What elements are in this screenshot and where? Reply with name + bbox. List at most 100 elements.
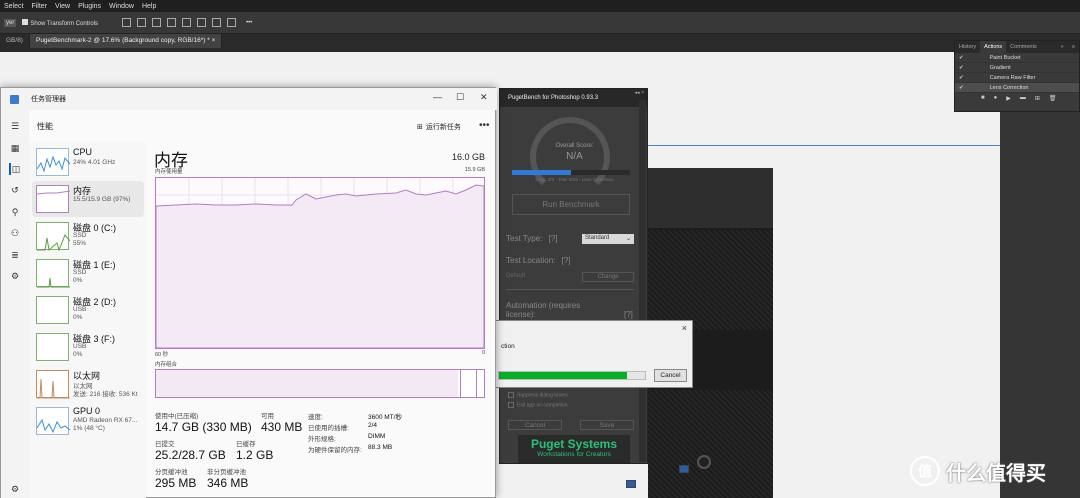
users-icon[interactable]: ⚇ bbox=[9, 227, 21, 239]
usb-port-icon bbox=[679, 465, 689, 473]
checkbox-icon bbox=[508, 402, 514, 408]
test-location-help[interactable]: [?] bbox=[562, 256, 571, 265]
cpu-mini-graph bbox=[36, 148, 71, 176]
list-item-gpu[interactable]: GPU 0 AMD Radeon RX 67... 1% (48 °C) bbox=[32, 403, 144, 439]
details-icon[interactable]: ≣ bbox=[9, 249, 21, 261]
list-item-disk3[interactable]: 磁盘 3 (F:) USB 0% bbox=[32, 329, 144, 365]
panel-menu-icon[interactable]: ≡ bbox=[1068, 41, 1079, 53]
dialog-cancel-button[interactable]: Cancel bbox=[654, 369, 687, 382]
minimize-icon[interactable]: — bbox=[433, 92, 442, 102]
ps-right-dock bbox=[1000, 52, 1080, 498]
hamburger-menu-icon[interactable]: ☰ bbox=[9, 120, 21, 132]
close-icon[interactable]: ✕ bbox=[480, 92, 488, 103]
services-icon[interactable]: ⚙ bbox=[9, 270, 21, 282]
cached-value: 1.2 GB bbox=[236, 448, 274, 462]
save-button[interactable]: Save bbox=[580, 420, 634, 430]
collapse-panel-icon[interactable]: » bbox=[1057, 41, 1068, 53]
list-item-disk1[interactable]: 磁盘 1 (E:) SSD 0% bbox=[32, 255, 144, 291]
ps-menu-bar: Select Filter View Plugins Window Help bbox=[0, 0, 1080, 12]
list-item-cpu[interactable]: CPU 24% 4.01 GHz bbox=[32, 144, 144, 180]
checkbox-icon bbox=[508, 392, 514, 398]
disk3-mini-graph bbox=[36, 333, 69, 361]
distribute-vertical-icon[interactable] bbox=[227, 18, 237, 27]
check-icon: ✔ bbox=[959, 54, 964, 61]
automation-help[interactable]: [?] bbox=[624, 310, 633, 319]
power-button-icon bbox=[697, 455, 711, 469]
graph-axis-left: 60 秒 bbox=[155, 352, 169, 358]
puget-logo-name: Puget Systems bbox=[530, 437, 618, 451]
close-icon[interactable]: × bbox=[682, 323, 687, 333]
align-bottom-icon[interactable] bbox=[197, 18, 207, 27]
close-icon[interactable]: × bbox=[212, 37, 216, 44]
list-item-disk2[interactable]: 磁盘 2 (D:) USB 0% bbox=[32, 292, 144, 328]
app-history-icon[interactable]: ↺ bbox=[9, 184, 21, 196]
record-icon[interactable]: ● bbox=[994, 95, 998, 102]
change-location-button[interactable]: Change bbox=[582, 272, 634, 282]
align-middle-icon[interactable] bbox=[182, 18, 192, 27]
more-options-button[interactable]: ••• bbox=[479, 120, 490, 131]
menu-select[interactable]: Select bbox=[4, 3, 23, 10]
item-detail: 15.5/15.9 GB (97%) bbox=[73, 196, 131, 203]
show-transform-checkbox[interactable]: Show Transform Controls bbox=[22, 18, 98, 27]
exit-on-complete-checkbox[interactable]: Exit app on completion bbox=[508, 402, 568, 408]
doc-tab-1[interactable]: GB/8) bbox=[0, 34, 30, 48]
page-title: 性能 bbox=[37, 121, 53, 131]
progress-dialog-text: ction bbox=[501, 343, 515, 350]
list-item-disk0[interactable]: 磁盘 0 (C:) SSD 55% bbox=[32, 218, 144, 254]
item-detail: USB bbox=[73, 343, 87, 350]
puget-scrollbar[interactable] bbox=[639, 100, 646, 462]
layer-select[interactable]: yer bbox=[4, 18, 17, 27]
play-icon[interactable]: ▶ bbox=[1006, 95, 1011, 102]
folder-icon[interactable]: ▬ bbox=[1020, 95, 1026, 102]
menu-help[interactable]: Help bbox=[142, 3, 156, 10]
align-left-icon[interactable] bbox=[122, 18, 132, 27]
memory-usage-chart bbox=[155, 178, 485, 349]
startup-apps-icon[interactable]: ⚲ bbox=[9, 206, 21, 218]
test-type-select[interactable]: Standard ⌄ bbox=[582, 234, 634, 244]
run-benchmark-button[interactable]: Run Benchmark bbox=[512, 194, 630, 215]
ethernet-sparkline bbox=[37, 378, 70, 399]
disk1-mini-graph bbox=[36, 259, 70, 288]
committed-value: 25.2/28.7 GB bbox=[155, 448, 226, 462]
slots-value: 2/4 bbox=[368, 422, 378, 429]
task-manager-title-bar: 任务管理器 — ☐ ✕ bbox=[1, 88, 497, 110]
list-item-memory[interactable]: 内存 15.5/15.9 GB (97%) bbox=[32, 181, 144, 217]
menu-view[interactable]: View bbox=[55, 3, 70, 10]
action-label: Lens Correction bbox=[989, 84, 1029, 91]
test-type-help[interactable]: [?] bbox=[549, 234, 558, 243]
new-action-icon[interactable]: ⊞ bbox=[1035, 95, 1040, 102]
score-value: N/A bbox=[566, 151, 583, 162]
list-item-ethernet[interactable]: 以太网 以太网 发送: 216 接收: 536 Kt bbox=[32, 366, 144, 402]
maximize-icon[interactable]: ☐ bbox=[456, 92, 464, 103]
align-center-icon[interactable] bbox=[137, 18, 147, 27]
panel-controls-icon[interactable]: ◂◂ × bbox=[635, 90, 644, 96]
action-row[interactable]: ✔ Paint Bucket bbox=[955, 53, 1079, 63]
run-new-task-button[interactable]: ⊞ 运行新任务 bbox=[417, 122, 461, 132]
suppress-dialogs-checkbox[interactable]: Suppress dialog boxes bbox=[508, 392, 568, 398]
menu-window[interactable]: Window bbox=[109, 3, 134, 10]
tab-history[interactable]: History bbox=[955, 41, 980, 53]
distribute-icon[interactable] bbox=[212, 18, 222, 27]
trash-icon[interactable]: 🗑 bbox=[1049, 95, 1057, 102]
processes-icon[interactable]: ▦ bbox=[9, 142, 21, 154]
menu-plugins[interactable]: Plugins bbox=[78, 3, 101, 10]
tab-comments[interactable]: Comments bbox=[1006, 41, 1041, 53]
puget-tagline: Workstations for Creators bbox=[537, 451, 611, 458]
pc-case-top bbox=[648, 168, 773, 228]
action-row-selected[interactable]: ✔ Lens Correction bbox=[955, 83, 1079, 93]
pugetbench-panel: PugetBench for Photoshop 0.93.3 ◂◂ × Ove… bbox=[499, 88, 648, 464]
doc-tab-2[interactable]: PugetBenchmark-2 @ 17.6% (Background cop… bbox=[29, 34, 223, 48]
ps-options-bar: yer Show Transform Controls ••• bbox=[0, 12, 1080, 34]
action-row[interactable]: ✔ Gradient bbox=[955, 63, 1079, 73]
stop-icon[interactable]: ■ bbox=[981, 95, 985, 102]
watermark-text: 什么值得买 bbox=[946, 462, 1046, 485]
align-top-icon[interactable] bbox=[167, 18, 177, 27]
more-options-button[interactable]: ••• bbox=[246, 20, 252, 26]
align-right-icon[interactable] bbox=[152, 18, 162, 27]
settings-icon[interactable]: ⚙ bbox=[9, 483, 21, 495]
performance-icon[interactable]: ◫ bbox=[9, 163, 21, 175]
menu-filter[interactable]: Filter bbox=[31, 3, 47, 10]
cancel-button[interactable]: Cancel bbox=[508, 420, 562, 430]
tab-actions[interactable]: Actions bbox=[980, 41, 1007, 53]
action-row[interactable]: ✔ Camera Raw Filter bbox=[955, 73, 1079, 83]
